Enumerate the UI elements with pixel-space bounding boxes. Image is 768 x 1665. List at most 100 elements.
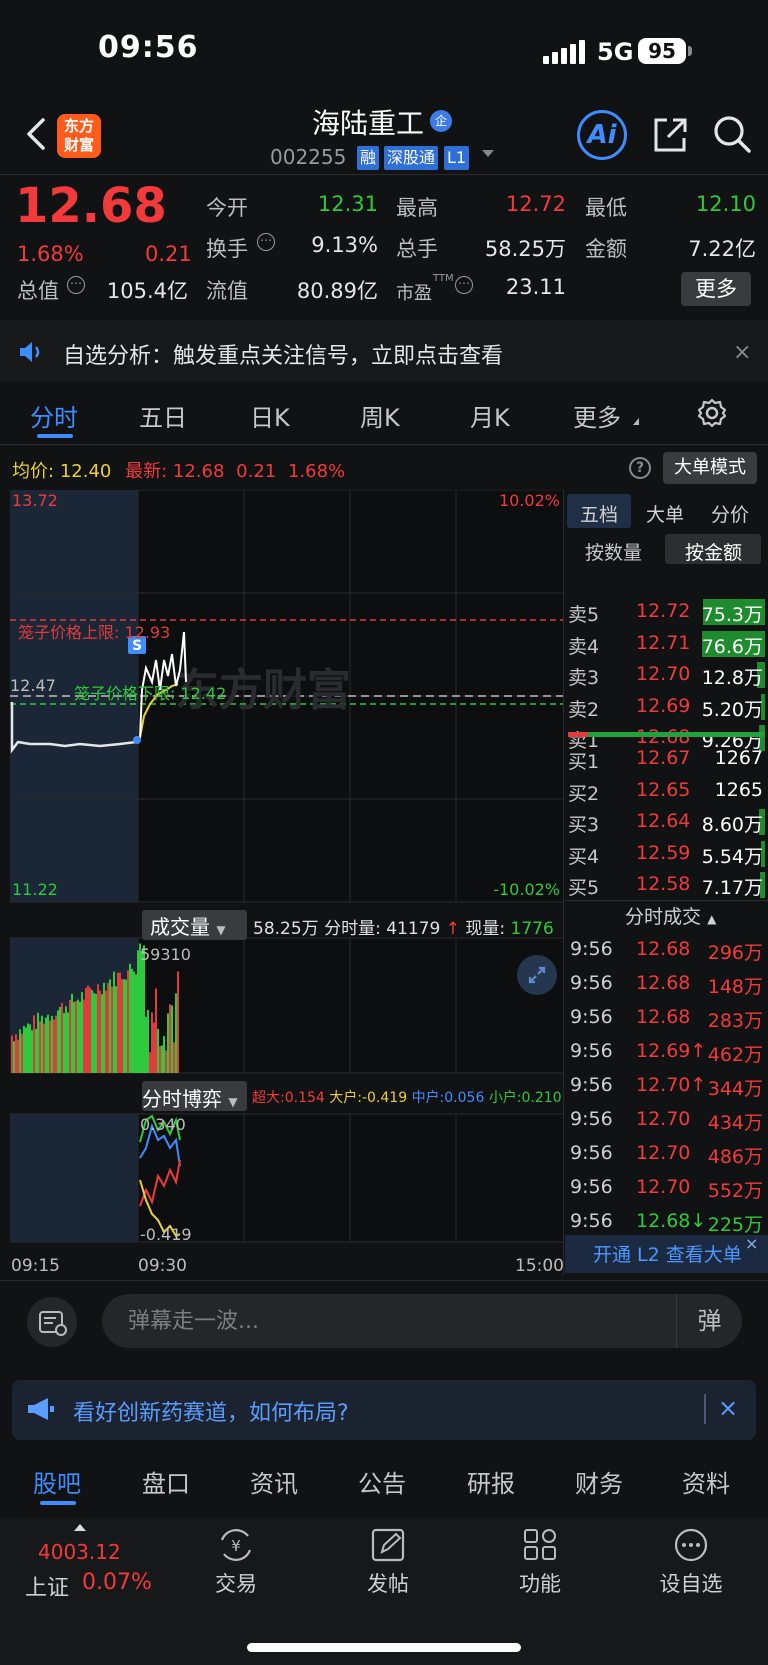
danmaku-toggle[interactable]: 弹: [676, 1294, 742, 1348]
chevron-up-icon[interactable]: [74, 1524, 86, 1531]
index-value[interactable]: 4003.12: [38, 1540, 121, 1564]
tab-daily-k[interactable]: 日K: [250, 398, 290, 433]
volume-selector-label[interactable]: 成交量 ▼: [150, 911, 226, 940]
info-icon[interactable]: ⋯: [257, 233, 275, 251]
pe-superscript: TTM: [433, 273, 454, 284]
close-icon[interactable]: ×: [718, 1394, 738, 1422]
large-value: 大户:-0.419: [329, 1090, 408, 1106]
tab-monthly-k[interactable]: 月K: [470, 398, 510, 433]
info-icon[interactable]: ⋯: [455, 276, 473, 294]
level-amount: 8.60万: [701, 814, 763, 836]
index-pct[interactable]: 0.07%: [82, 1570, 152, 1595]
big-order-mode-button[interactable]: 大单模式: [663, 452, 757, 484]
volume-bar: [93, 993, 95, 1073]
tab-finance[interactable]: 财务: [575, 1464, 623, 1499]
tick-amount: 434万: [707, 1112, 763, 1134]
close-icon[interactable]: ×: [745, 1234, 758, 1253]
bid-row[interactable]: 买3 12.64 8.60万: [568, 807, 765, 838]
mode-by-amount[interactable]: 按金额: [685, 538, 742, 565]
chevron-down-icon[interactable]: [482, 150, 494, 157]
tab-five-levels[interactable]: 五档: [580, 500, 618, 527]
danmaku-input[interactable]: [102, 1294, 742, 1348]
more-button[interactable]: 更多: [681, 272, 751, 306]
volume-bar: [83, 999, 85, 1073]
mode-by-quantity[interactable]: 按数量: [585, 538, 642, 565]
nav-trade[interactable]: ¥ 交易: [186, 1526, 286, 1598]
tab-price-dist[interactable]: 分价: [711, 500, 749, 527]
tab-research[interactable]: 研报: [467, 1464, 515, 1499]
volume-bar: [121, 979, 123, 1073]
tick-price: 12.68: [636, 1006, 691, 1028]
ask-row[interactable]: 卖2 12.69 5.20万: [568, 692, 765, 723]
index-name[interactable]: 上证: [25, 1570, 69, 1602]
divider: [0, 174, 768, 175]
notice-text[interactable]: 自选分析：触发重点关注信号，立即点击查看: [63, 338, 503, 370]
volume-bar: [45, 1017, 47, 1073]
home-indicator[interactable]: [247, 1643, 521, 1652]
close-icon[interactable]: ×: [733, 340, 751, 365]
tab-handicap[interactable]: 盘口: [142, 1464, 190, 1499]
ask-row[interactable]: 卖5 12.72 75.3万: [568, 597, 765, 628]
back-icon[interactable]: [26, 118, 46, 150]
volume-bar: [149, 1052, 151, 1073]
label-high: 最高: [396, 196, 438, 220]
pct-max-label: 10.02%: [499, 491, 560, 510]
share-icon[interactable]: [651, 116, 689, 154]
promo-text[interactable]: 看好创新药赛道，如何布局?: [73, 1395, 349, 1427]
volume-bar: [113, 971, 115, 1073]
tab-news[interactable]: 资讯: [250, 1464, 298, 1499]
nav-functions[interactable]: 功能: [490, 1526, 590, 1598]
expand-icon[interactable]: [517, 955, 557, 995]
tab-intraday[interactable]: 分时: [30, 398, 78, 433]
volume-bar: [85, 987, 87, 1073]
nav-add-watchlist[interactable]: 设自选: [641, 1526, 741, 1598]
volume-bar: [81, 992, 83, 1073]
volume-bar: [33, 1015, 35, 1073]
app-logo[interactable]: 东方 财富: [57, 114, 101, 158]
danmaku-list-icon[interactable]: [27, 1297, 77, 1347]
game-selector-label[interactable]: 分时博弈 ▼: [142, 1083, 238, 1112]
ask-row[interactable]: 卖4 12.71 76.6万: [568, 629, 765, 660]
battery-icon: 95: [638, 38, 686, 64]
volume-bar: [151, 1012, 153, 1073]
volume-bar: [65, 1006, 67, 1073]
ask-row[interactable]: 卖3 12.70 12.8万: [568, 660, 765, 691]
tab-forum[interactable]: 股吧: [33, 1464, 81, 1499]
latest-label: 最新:: [125, 461, 168, 482]
bid-row[interactable]: 买4 12.59 5.54万: [568, 839, 765, 870]
search-icon[interactable]: [712, 114, 752, 154]
tab-profile[interactable]: 资料: [682, 1464, 730, 1499]
tab-big-orders[interactable]: 大单: [646, 500, 684, 527]
volume-bar: [135, 974, 137, 1073]
gear-icon[interactable]: [697, 398, 727, 428]
tab-weekly-k[interactable]: 周K: [360, 398, 400, 433]
tick-header[interactable]: 分时成交 ▲: [625, 902, 716, 929]
tab-more[interactable]: 更多: [573, 398, 621, 433]
volume-bar: [167, 1013, 169, 1073]
bid-row[interactable]: 买1 12.67 1267: [568, 744, 765, 775]
bid-row[interactable]: 买5 12.58 7.17万: [568, 870, 765, 901]
tick-price: 12.70: [636, 1108, 691, 1130]
info-icon[interactable]: ⋯: [67, 276, 85, 294]
help-icon[interactable]: ?: [629, 457, 651, 479]
tick-row: 9:56 12.70 486万: [568, 1139, 765, 1173]
l2-banner-text[interactable]: 开通 L2 查看大单: [593, 1240, 742, 1267]
tab-announcements[interactable]: 公告: [358, 1464, 406, 1499]
nav-post[interactable]: 发帖: [338, 1526, 438, 1598]
tab-5day[interactable]: 五日: [139, 398, 187, 433]
time-mid: 09:30: [138, 1256, 187, 1276]
level-price: 12.58: [636, 873, 691, 895]
buy-ratio-bar: [568, 732, 588, 737]
bid-row[interactable]: 买2 12.65 1265: [568, 776, 765, 807]
ai-button[interactable]: Ai: [577, 110, 627, 160]
label-float-cap: 流值: [206, 279, 248, 303]
lower-limit-label: 笼子价格下限: 12.42: [74, 684, 226, 703]
intraday-chart[interactable]: 东方财富 S 13.72 11.22 12.47 10.02% -10.02% …: [10, 490, 563, 1276]
avg-label: 均价:: [12, 461, 55, 482]
volume-bar: [19, 1029, 21, 1073]
speaker-icon: [20, 342, 40, 362]
value-amount: 7.22亿: [688, 237, 756, 261]
volume-bar: [87, 985, 89, 1073]
time-end: 15:00: [515, 1256, 564, 1276]
volume-bar: [131, 968, 133, 1073]
